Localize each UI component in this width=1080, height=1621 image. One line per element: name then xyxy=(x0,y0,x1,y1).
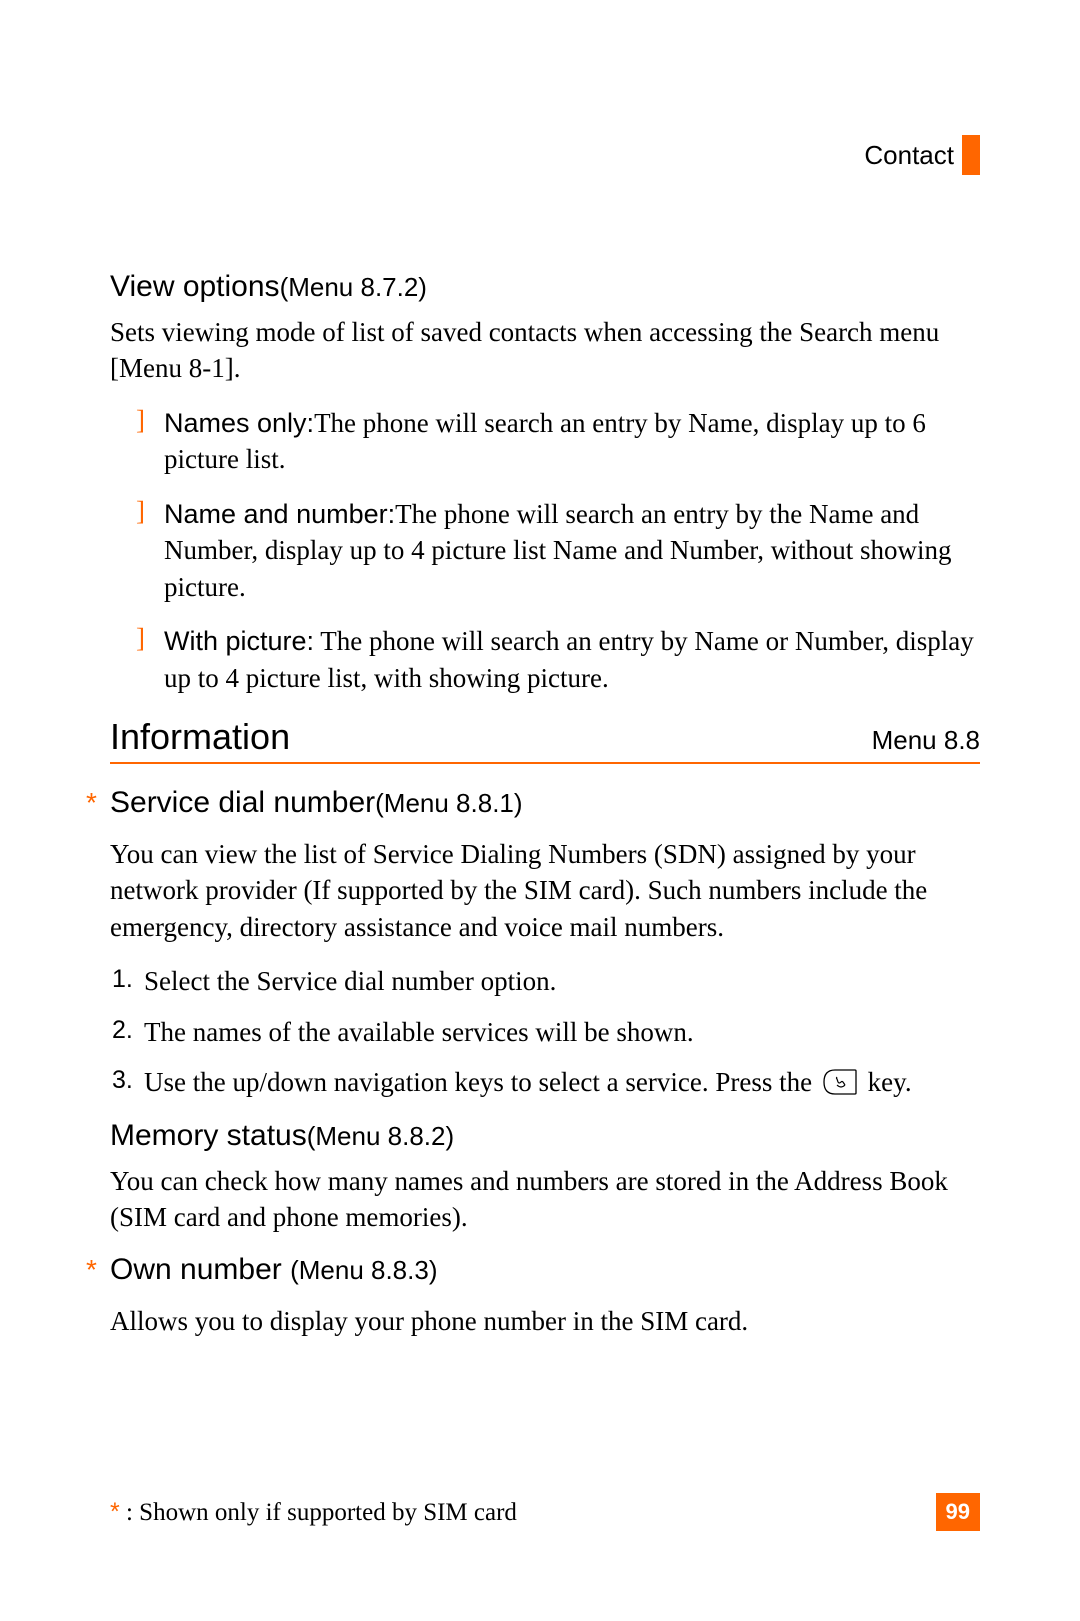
footnote-text: : Shown only if supported by SIM card xyxy=(120,1499,517,1526)
sdn-menu-ref: (Menu 8.8.1) xyxy=(375,788,522,818)
list-item-label: With picture: xyxy=(164,626,314,656)
step-number: 2. xyxy=(112,1014,144,1050)
step-number: 1. xyxy=(112,963,144,999)
view-options-list: ] Names only:The phone will search an en… xyxy=(136,405,980,696)
page-header: Contact xyxy=(864,135,980,175)
list-item-label: Name and number: xyxy=(164,499,395,529)
header-accent-icon xyxy=(962,135,980,175)
information-heading-row: Information Menu 8.8 xyxy=(110,716,980,764)
information-menu-ref: Menu 8.8 xyxy=(872,725,980,756)
bullet-icon: ] xyxy=(136,496,164,605)
view-options-menu-ref: (Menu 8.7.2) xyxy=(280,272,427,302)
step-text-post: key. xyxy=(868,1067,912,1097)
step-text-pre: Use the up/down navigation keys to selec… xyxy=(144,1067,819,1097)
step-number: 3. xyxy=(112,1064,144,1104)
call-key-icon xyxy=(823,1068,857,1104)
list-item-label: Names only: xyxy=(164,408,314,438)
sdn-title: Service dial number xyxy=(110,786,375,819)
memory-text: You can check how many names and numbers… xyxy=(110,1163,980,1236)
sdn-steps: 1. Select the Service dial number option… xyxy=(112,963,980,1104)
memory-heading: Memory status(Menu 8.8.2) xyxy=(110,1119,980,1153)
view-options-intro: Sets viewing mode of list of saved conta… xyxy=(110,314,980,387)
sdn-heading: Service dial number(Menu 8.8.1) xyxy=(110,786,523,820)
manual-page: Contact View options(Menu 8.7.2) Sets vi… xyxy=(0,0,1080,1621)
step-item: 1. Select the Service dial number option… xyxy=(112,963,980,999)
memory-menu-ref: (Menu 8.8.2) xyxy=(307,1121,454,1151)
step-text: Use the up/down navigation keys to selec… xyxy=(144,1064,912,1104)
list-item-body: Name and number:The phone will search an… xyxy=(164,496,980,605)
bullet-icon: ] xyxy=(136,405,164,478)
own-heading-row: * Own number (Menu 8.8.3) xyxy=(110,1253,980,1297)
list-item: ] Names only:The phone will search an en… xyxy=(136,405,980,478)
list-item-body: With picture: The phone will search an e… xyxy=(164,623,980,696)
star-icon: * xyxy=(86,787,110,819)
page-number: 99 xyxy=(936,1493,980,1531)
own-heading: Own number (Menu 8.8.3) xyxy=(110,1253,437,1287)
step-item: 3. Use the up/down navigation keys to se… xyxy=(112,1064,980,1104)
list-item: ] Name and number:The phone will search … xyxy=(136,496,980,605)
step-text: The names of the available services will… xyxy=(144,1014,694,1050)
step-text: Select the Service dial number option. xyxy=(144,963,556,999)
view-options-heading: View options(Menu 8.7.2) xyxy=(110,270,980,304)
own-text: Allows you to display your phone number … xyxy=(110,1303,980,1339)
sdn-heading-row: * Service dial number(Menu 8.8.1) xyxy=(110,786,980,830)
list-item: ] With picture: The phone will search an… xyxy=(136,623,980,696)
view-options-title: View options xyxy=(110,270,280,303)
sdn-intro: You can view the list of Service Dialing… xyxy=(110,836,980,945)
bullet-icon: ] xyxy=(136,623,164,696)
step-item: 2. The names of the available services w… xyxy=(112,1014,980,1050)
footnote-star-icon: * xyxy=(110,1498,120,1526)
memory-title: Memory status xyxy=(110,1119,307,1152)
own-menu-ref: (Menu 8.8.3) xyxy=(290,1255,437,1285)
own-title: Own number xyxy=(110,1253,290,1286)
star-icon: * xyxy=(86,1254,110,1286)
information-title: Information xyxy=(110,716,290,758)
page-footer: * : Shown only if supported by SIM card … xyxy=(110,1493,980,1531)
header-label: Contact xyxy=(864,140,954,171)
page-content: View options(Menu 8.7.2) Sets viewing mo… xyxy=(110,270,980,1340)
list-item-body: Names only:The phone will search an entr… xyxy=(164,405,980,478)
footnote: * : Shown only if supported by SIM card xyxy=(110,1498,517,1527)
